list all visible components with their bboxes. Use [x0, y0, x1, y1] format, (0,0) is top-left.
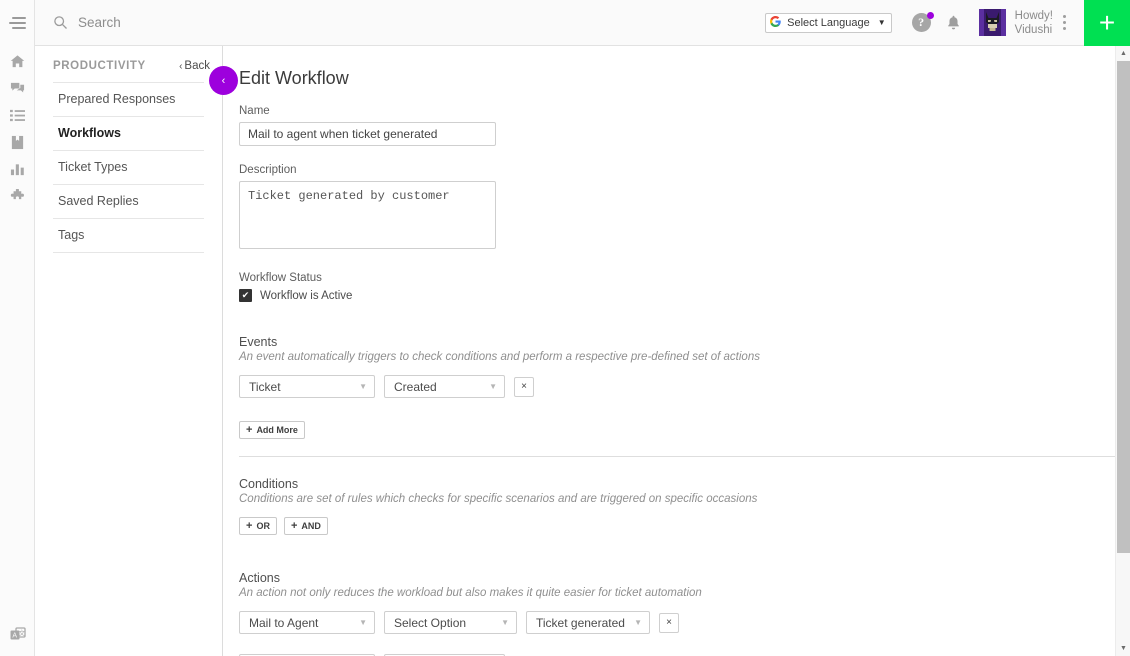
add-new-button[interactable]: + [1084, 0, 1130, 46]
chevron-down-icon: ▼ [877, 18, 886, 27]
rail-icon-list [0, 48, 35, 210]
section-divider [239, 456, 1118, 457]
language-selector[interactable]: Select Language ▼ [765, 12, 892, 33]
search-input[interactable] [78, 15, 318, 30]
hamburger-menu-button[interactable] [0, 0, 35, 46]
puzzle-icon[interactable] [0, 183, 35, 210]
list-icon[interactable] [0, 102, 35, 129]
or-label: OR [256, 521, 270, 531]
search-area[interactable] [35, 15, 765, 30]
icon-rail: A文 [0, 0, 35, 656]
sidebar-item-workflows[interactable]: Workflows [53, 117, 204, 151]
event-object-select[interactable]: Ticket ▼ [239, 375, 375, 398]
remove-event-button[interactable]: × [514, 376, 534, 397]
plus-icon: + [246, 520, 253, 532]
help-button[interactable]: ? [911, 11, 934, 33]
remove-action-button[interactable]: × [659, 612, 679, 633]
sidebar-item-ticket-types[interactable]: Ticket Types [53, 151, 204, 185]
action-type-value: Mail to Agent [249, 615, 319, 630]
events-subtitle: An event automatically triggers to check… [239, 351, 760, 363]
name-label: Name [239, 105, 270, 117]
google-logo-icon [770, 16, 781, 29]
workflow-active-label: Workflow is Active [260, 289, 353, 302]
sidebar-item-tags[interactable]: Tags [53, 219, 204, 253]
description-label: Description [239, 164, 297, 176]
event-action-select[interactable]: Created ▼ [384, 375, 505, 398]
add-more-event-button[interactable]: + Add More [239, 421, 305, 439]
page-title: PRODUCTIVITY [53, 60, 146, 72]
workflow-active-checkbox-row[interactable]: ✔ Workflow is Active [239, 289, 1119, 302]
action-type-select[interactable]: Mail to Agent ▼ [239, 611, 375, 634]
conditions-subtitle: Conditions are set of rules which checks… [239, 493, 758, 505]
chevron-left-icon: ‹ [179, 60, 183, 72]
comments-icon[interactable] [0, 75, 35, 102]
action-row: Mail to Agent ▼ Select Option ▼ Ticket g… [239, 611, 1119, 634]
search-icon [53, 15, 68, 30]
svg-text:A: A [12, 632, 17, 639]
add-more-label: Add More [256, 425, 298, 435]
actions-subtitle: An action not only reduces the workload … [239, 587, 702, 599]
back-button[interactable]: ‹ Back [179, 60, 210, 72]
action-option-select[interactable]: Select Option ▼ [384, 611, 517, 634]
svg-text:文: 文 [18, 628, 25, 637]
add-and-condition-button[interactable]: + AND [283, 517, 328, 535]
help-notification-dot [926, 11, 934, 19]
action-option-value: Select Option [394, 615, 467, 630]
events-title: Events [239, 335, 278, 349]
bar-chart-icon[interactable] [0, 156, 35, 183]
avatar[interactable] [978, 9, 1006, 36]
plus-icon: + [290, 520, 298, 532]
chevron-down-icon: ▼ [501, 618, 509, 627]
rail-bottom-icons: A文 [0, 621, 35, 648]
scroll-down-arrow[interactable]: ▼ [1116, 641, 1130, 656]
action-template-value: Ticket generated by cust [536, 615, 628, 630]
app-window: A文 Search Select Language ▼ ? Howdy! Vid… [0, 0, 1130, 656]
event-row: Ticket ▼ Created ▼ × [239, 375, 1119, 398]
add-or-condition-button[interactable]: + OR [239, 517, 277, 535]
translate-icon[interactable]: A文 [0, 621, 35, 648]
top-bar: Select Language ▼ ? [35, 0, 1130, 46]
more-options-icon[interactable] [1063, 15, 1066, 30]
workflow-status-label: Workflow Status [239, 272, 322, 284]
plus-icon: + [246, 424, 253, 436]
language-label: Select Language [787, 16, 870, 29]
scroll-up-arrow[interactable]: ▲ [1116, 46, 1130, 61]
collapse-sidebar-button[interactable]: ‹ [209, 66, 238, 95]
check-icon[interactable]: ✔ [239, 289, 252, 302]
sidebar-item-prepared-responses[interactable]: Prepared Responses [53, 83, 204, 117]
hamburger-icon [9, 17, 26, 29]
action-template-select[interactable]: Ticket generated by cust ▼ [526, 611, 650, 634]
user-name: Vidushi [1014, 23, 1053, 36]
event-object-value: Ticket [249, 379, 281, 394]
actions-title: Actions [239, 571, 280, 585]
sidebar-item-list: Prepared Responses Workflows Ticket Type… [53, 82, 204, 253]
sidebar-header: PRODUCTIVITY ‹ Back [35, 46, 222, 82]
back-label: Back [184, 60, 210, 72]
top-bar-right: Select Language ▼ ? Howdy! Vidushi + [765, 0, 1130, 46]
conditions-title: Conditions [239, 477, 299, 491]
event-action-value: Created [394, 379, 437, 394]
name-input[interactable] [239, 122, 496, 146]
and-label: AND [301, 521, 321, 531]
edit-workflow-form: Edit Workflow Name Description Ticket ge… [223, 46, 1119, 656]
scrollbar-thumb[interactable] [1117, 61, 1130, 553]
sidebar-item-saved-replies[interactable]: Saved Replies [53, 185, 204, 219]
form-title: Edit Workflow [239, 68, 349, 88]
home-icon[interactable] [0, 48, 35, 75]
productivity-sidebar: PRODUCTIVITY ‹ Back Prepared Responses W… [35, 46, 223, 656]
condition-buttons: + OR + AND [239, 517, 1119, 535]
howdy-label: Howdy! [1014, 9, 1053, 22]
notifications-bell-icon[interactable] [946, 15, 961, 31]
chevron-down-icon: ▼ [359, 382, 367, 391]
book-icon[interactable] [0, 129, 35, 156]
description-textarea[interactable]: Ticket generated by customer [239, 181, 496, 249]
user-greeting: Howdy! Vidushi [1015, 9, 1053, 37]
vertical-scrollbar[interactable]: ▲ ▼ [1115, 46, 1130, 656]
chevron-down-icon: ▼ [634, 618, 642, 627]
chevron-down-icon: ▼ [489, 382, 497, 391]
chevron-down-icon: ▼ [359, 618, 367, 627]
